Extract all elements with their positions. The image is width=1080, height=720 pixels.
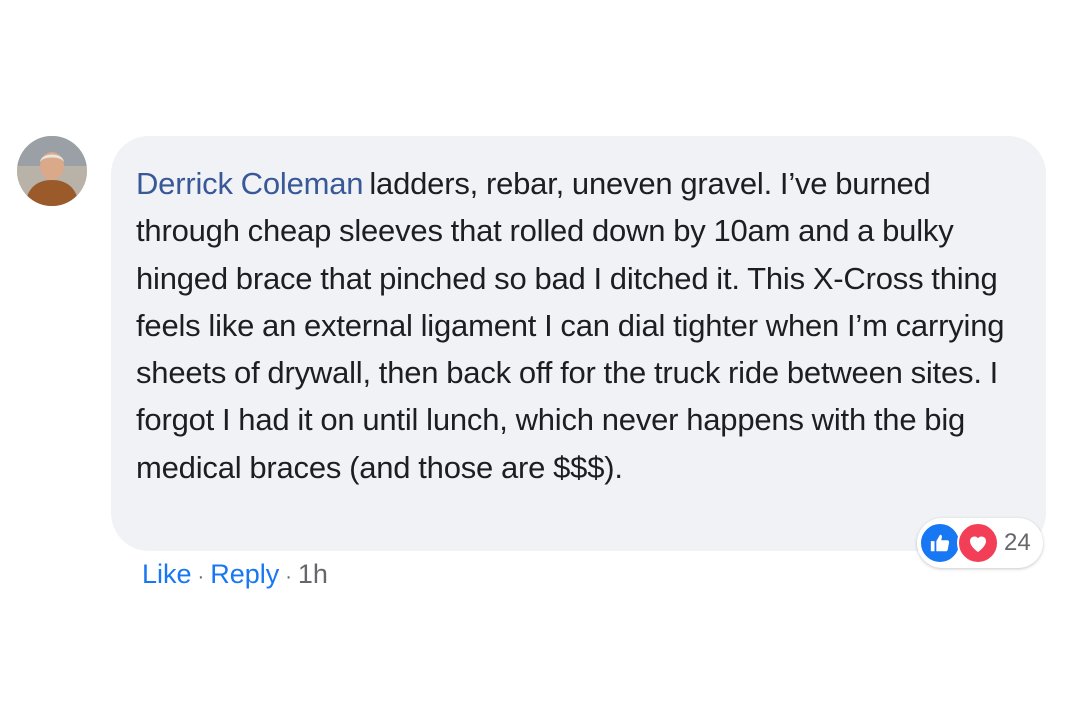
avatar[interactable] bbox=[17, 136, 87, 206]
author-name[interactable]: Derrick Coleman bbox=[136, 166, 364, 201]
comment-body: Derrick Coleman ladders, rebar, uneven gr… bbox=[136, 160, 1021, 491]
separator: · bbox=[197, 566, 205, 588]
comment-actions: Like · Reply · 1h bbox=[142, 556, 328, 595]
comment-text: ladders, rebar, uneven gravel. I’ve burn… bbox=[136, 166, 1005, 485]
timestamp[interactable]: 1h bbox=[298, 556, 328, 592]
avatar-photo bbox=[17, 136, 87, 206]
like-icon bbox=[919, 522, 961, 564]
comment: Derrick Coleman ladders, rebar, uneven gr… bbox=[0, 0, 1080, 720]
reaction-count: 24 bbox=[1004, 529, 1031, 556]
reply-button[interactable]: Reply bbox=[210, 556, 279, 592]
reactions-summary[interactable]: 24 bbox=[917, 518, 1043, 568]
like-button[interactable]: Like bbox=[142, 556, 192, 592]
comment-bubble: Derrick Coleman ladders, rebar, uneven gr… bbox=[111, 136, 1046, 551]
love-icon bbox=[957, 522, 999, 564]
separator: · bbox=[285, 566, 292, 588]
